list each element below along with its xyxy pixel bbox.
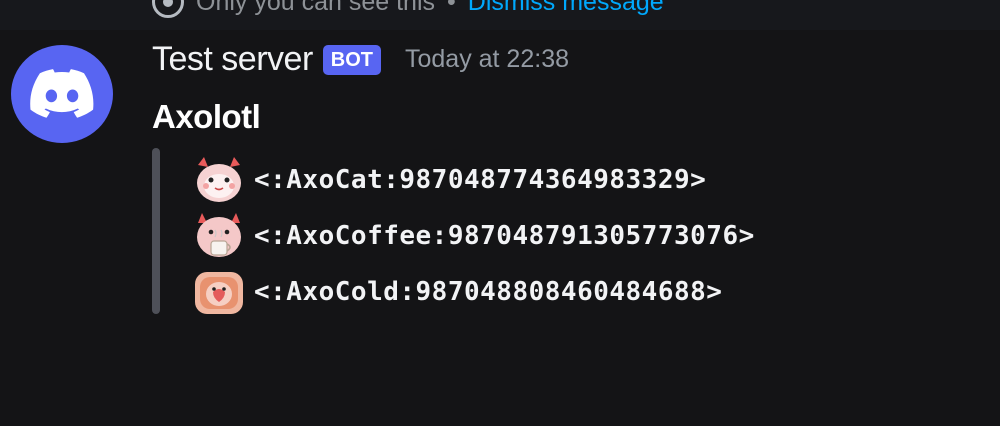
- bot-badge: BOT: [322, 44, 381, 75]
- chat-view: Only you can see this • Dismiss message …: [0, 0, 1000, 426]
- dismiss-message-link[interactable]: Dismiss message: [468, 0, 664, 17]
- emoji-code: <:AxoCold:987048808460484688>: [254, 277, 723, 307]
- notice-separator: •: [447, 0, 456, 16]
- message-timestamp: Today at 22:38: [404, 45, 569, 73]
- ephemeral-notice: Only you can see this • Dismiss message: [0, 0, 1000, 30]
- message-header: Test server BOT Today at 22:38: [152, 40, 569, 79]
- embed-title: Axolotl: [152, 98, 261, 135]
- emoji-code: <:AxoCoffee:987048791305773076>: [254, 221, 755, 251]
- eye-icon: [152, 0, 184, 18]
- list-item: <:AxoCold:987048808460484688>: [192, 264, 755, 320]
- author-name[interactable]: Test server: [152, 40, 313, 79]
- embed-accent-bar: [152, 148, 160, 314]
- discord-logo-icon: [30, 69, 94, 118]
- notice-text: Only you can see this: [196, 0, 436, 16]
- axolotl-coffee-emoji-icon: [197, 213, 241, 257]
- list-item: <:AxoCat:987048774364983329>: [192, 152, 755, 208]
- axolotl-cat-emoji-icon: [197, 157, 241, 202]
- list-item: <:AxoCoffee:987048791305773076>: [192, 208, 755, 264]
- axolotl-cold-emoji-icon: [195, 272, 243, 314]
- avatar[interactable]: [11, 45, 113, 143]
- emoji-code: <:AxoCat:987048774364983329>: [254, 165, 707, 195]
- embed-description: <:AxoCat:987048774364983329> <:AxoCoffee…: [192, 152, 755, 320]
